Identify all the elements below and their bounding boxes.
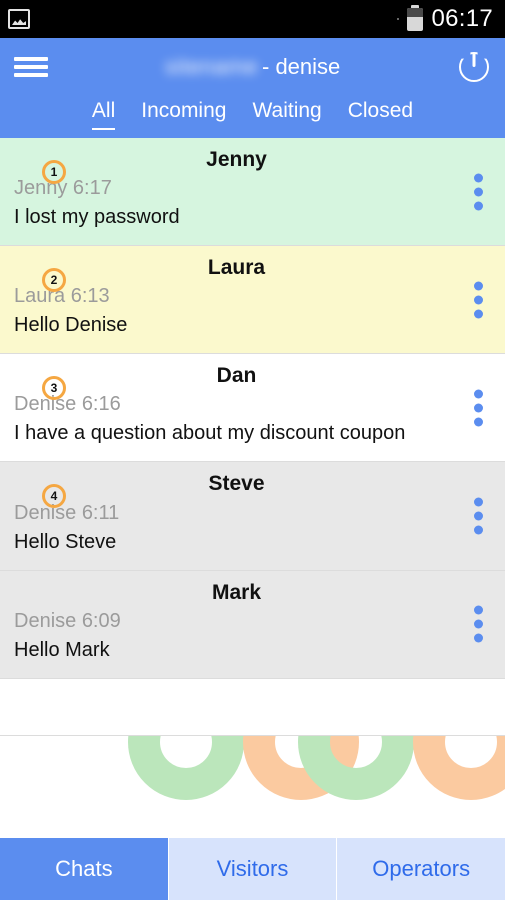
kebab-dot [474,417,483,427]
chat-message-preview: Hello Denise [14,314,128,337]
app-bar: sitename - denise All Incoming Waiting Clos… [0,38,505,138]
site-name-redacted: sitename [164,54,258,79]
chat-meta: Denise 6:16 [14,393,121,416]
chat-meta: Jenny 6:17 [14,177,112,200]
decorative-arc [128,736,244,800]
hamburger-line [14,65,48,69]
decorative-arc [413,736,505,800]
kebab-dot [474,497,483,507]
power-icon[interactable] [457,50,491,84]
kebab-dot [474,619,483,629]
chat-message-preview: Hello Steve [14,530,117,553]
kebab-dot [474,525,483,535]
image-notification-icon [8,9,30,29]
kebab-dot [474,633,483,643]
status-bar-clock: 06:17 [431,5,493,32]
tab-incoming[interactable]: Incoming [141,98,226,130]
app-root: 06:17 sitename - denise All Incoming Waiti… [0,0,505,900]
kebab-dot [474,605,483,615]
signal-dot-icon [397,18,400,20]
chat-visitor-name: Mark [211,580,262,604]
hamburger-menu-icon[interactable] [14,54,48,80]
status-bar-right: 06:17 [397,4,493,33]
chat-row[interactable]: Laura 2 Laura 6:13 Hello Denise [0,246,505,355]
chat-overflow-menu-icon[interactable] [474,281,483,319]
chat-unread-badge: 1 [42,160,66,184]
chat-row[interactable]: Steve 4 Denise 6:11 Hello Steve [0,462,505,571]
chat-row[interactable]: Jenny 1 Jenny 6:17 I lost my password [0,138,505,247]
tab-waiting[interactable]: Waiting [252,98,321,130]
chat-visitor-name: Dan [216,364,257,388]
operator-name: - denise [262,54,341,79]
chat-message-preview: Hello Mark [14,638,110,661]
status-bar: 06:17 [0,0,505,38]
chat-visitor-name: Laura [207,256,266,280]
status-bar-left [8,9,30,29]
bottom-nav-chats[interactable]: Chats [0,838,169,900]
chat-message-preview: I lost my password [14,206,180,229]
decorative-arcs [0,735,505,838]
tab-all[interactable]: All [91,98,116,131]
hamburger-line [14,73,48,77]
chat-meta: Denise 6:09 [14,609,121,632]
chat-unread-badge: 2 [42,268,66,293]
power-stem [472,53,476,67]
kebab-dot [474,173,483,183]
page-title: sitename - denise [0,54,505,80]
kebab-dot [474,403,483,413]
kebab-dot [474,511,483,521]
bottom-navigation: Chats Visitors Operators [0,838,505,900]
kebab-dot [474,201,483,211]
chat-row[interactable]: Dan 3 Denise 6:16 I have a question about m… [0,354,505,463]
kebab-dot [474,309,483,319]
chat-overflow-menu-icon[interactable] [474,497,483,535]
chat-overflow-menu-icon[interactable] [474,389,483,427]
chat-visitor-name: Steve [208,472,265,496]
battery-icon [407,4,424,31]
chat-visitor-name: Jenny [206,148,267,171]
app-bar-top: sitename - denise [0,38,505,96]
kebab-dot [474,389,483,399]
filter-tabs: All Incoming Waiting Closed [0,96,505,131]
chat-list[interactable]: Jenny 1 Jenny 6:17 I lost my password Laura 2… [0,138,505,735]
kebab-dot [474,295,483,305]
chat-overflow-menu-icon[interactable] [474,173,483,211]
chat-overflow-menu-icon[interactable] [474,605,483,643]
hamburger-line [14,57,48,61]
kebab-dot [474,281,483,291]
kebab-dot [474,187,483,197]
bottom-nav-operators[interactable]: Operators [337,838,505,900]
bottom-nav-visitors[interactable]: Visitors [168,838,338,900]
chat-message-preview: I have a question about my discount coup… [14,422,406,445]
tab-closed[interactable]: Closed [348,98,413,130]
chat-meta: Denise 6:11 [14,501,120,524]
chat-row[interactable]: Mark Denise 6:09 Hello Mark [0,570,505,679]
chat-meta: Laura 6:13 [14,285,110,308]
